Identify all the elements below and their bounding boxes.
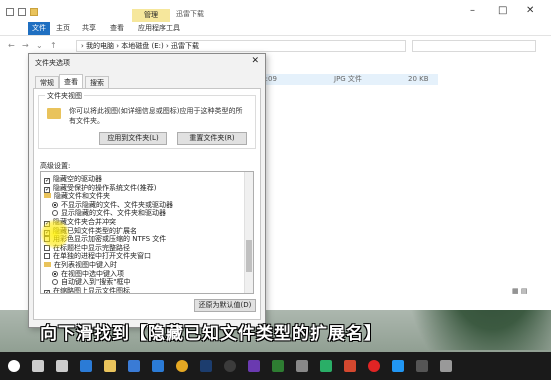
address-bar[interactable]: › 我的电脑 › 本地磁盘 (E:) › 迅雷下载 <box>76 40 406 52</box>
taskbar <box>0 352 551 380</box>
ribbon-tabs: 文件 主页 共享 查看 应用程序工具 <box>0 22 551 36</box>
folder-options-dialog: 文件夹选项 ✕ 常规 查看 搜索 文件夹视图 你可以将此视图(如详细信息或图标)… <box>28 53 266 328</box>
explorer-icon[interactable] <box>104 360 116 372</box>
advanced-settings-label: 高级设置: <box>40 162 71 170</box>
screenshot-icon[interactable] <box>296 360 308 372</box>
tab-home[interactable]: 主页 <box>56 22 70 35</box>
file-size: 20 KB <box>408 75 429 83</box>
tab-share[interactable]: 共享 <box>82 22 96 35</box>
tab-view[interactable]: 查看 <box>110 22 124 35</box>
checkbox[interactable]: ✓ <box>44 289 50 293</box>
photoshop-icon[interactable] <box>200 360 212 372</box>
reset-folders-button[interactable]: 重置文件夹(R) <box>177 132 247 145</box>
window-title: 迅雷下载 <box>176 10 204 18</box>
up-icon[interactable]: ↑ <box>50 41 57 50</box>
tab-general[interactable]: 常规 <box>35 76 59 88</box>
music-icon[interactable] <box>392 360 404 372</box>
radio-button[interactable] <box>52 210 58 217</box>
folder-icon <box>44 262 51 267</box>
dialog-close-icon[interactable]: ✕ <box>251 56 259 66</box>
folder-view-group: 文件夹视图 你可以将此视图(如详细信息或图标)应用于这种类型的所有文件夹。 应用… <box>38 91 256 149</box>
view-tab-panel: 文件夹视图 你可以将此视图(如详细信息或图标)应用于这种类型的所有文件夹。 应用… <box>33 88 261 320</box>
forward-icon[interactable]: → <box>22 41 29 50</box>
video-icon[interactable] <box>344 360 356 372</box>
back-icon[interactable]: ← <box>8 41 15 50</box>
app-icon[interactable] <box>248 360 260 372</box>
tree-scrollbar[interactable] <box>244 172 253 293</box>
tab-search[interactable]: 搜索 <box>85 76 109 88</box>
tab-file[interactable]: 文件 <box>28 22 50 35</box>
dialog-title: 文件夹选项 <box>35 59 70 67</box>
wechat-icon[interactable] <box>320 360 332 372</box>
folder-view-description: 你可以将此视图(如详细信息或图标)应用于这种类型的所有文件夹。 <box>69 107 243 125</box>
details-view-icon[interactable]: ▦ ▤ <box>512 287 527 295</box>
maximize-icon[interactable]: □ <box>498 5 507 16</box>
tab-view-options[interactable]: 查看 <box>59 74 83 88</box>
mouse-cursor-highlight <box>40 219 70 249</box>
folder-view-label: 文件夹视图 <box>45 91 84 101</box>
radio-button[interactable] <box>52 201 58 208</box>
quick-access-icon[interactable] <box>6 8 14 16</box>
search-input[interactable] <box>412 40 536 52</box>
restore-defaults-button[interactable]: 还原为默认值(D) <box>194 299 256 312</box>
tutorial-caption: 向下滑找到【隐藏已知文件类型的扩展名】 <box>40 324 382 344</box>
task-view-icon[interactable] <box>56 360 68 372</box>
scrollbar-thumb[interactable] <box>246 240 252 272</box>
manage-tab[interactable]: 管理 <box>132 9 170 22</box>
folder-icon[interactable] <box>30 8 38 16</box>
mail-icon[interactable] <box>152 360 164 372</box>
checkbox[interactable] <box>44 253 50 260</box>
setting-label: 在缩略图上显示文件图标 <box>53 286 130 294</box>
breadcrumb: › 我的电脑 › 本地磁盘 (E:) › 迅雷下载 <box>81 42 199 50</box>
tab-app-tools[interactable]: 应用程序工具 <box>138 22 180 35</box>
app-icon[interactable] <box>440 360 452 372</box>
app-icon[interactable] <box>272 360 284 372</box>
folder-icon <box>47 108 61 119</box>
app-icon[interactable] <box>416 360 428 372</box>
recent-chevron-icon[interactable]: ⌄ <box>36 41 43 50</box>
search-icon[interactable] <box>32 360 44 372</box>
chrome-icon[interactable] <box>176 360 188 372</box>
advanced-settings-tree[interactable]: ✓ 隐藏空的驱动器 ✓ 隐藏受保护的操作系统文件(推荐) 隐藏文件和文件夹 不显示隐藏的文… <box>40 171 254 294</box>
edge-icon[interactable] <box>80 360 92 372</box>
obs-icon[interactable] <box>224 360 236 372</box>
radio-button[interactable] <box>52 270 58 277</box>
apply-to-folders-button[interactable]: 应用到文件夹(L) <box>99 132 167 145</box>
properties-icon[interactable] <box>18 8 26 16</box>
minimize-icon[interactable]: – <box>470 5 475 16</box>
explorer-titlebar: 管理 迅雷下载 – □ ✕ <box>0 0 551 22</box>
file-type: JPG 文件 <box>334 75 362 83</box>
setting-item[interactable]: ✓ 在缩略图上显示文件图标 <box>44 286 130 294</box>
radio-button[interactable] <box>52 279 58 286</box>
folder-icon <box>44 193 51 199</box>
store-icon[interactable] <box>128 360 140 372</box>
close-icon[interactable]: ✕ <box>526 5 534 16</box>
start-icon[interactable] <box>8 360 20 372</box>
record-icon[interactable] <box>368 360 380 372</box>
